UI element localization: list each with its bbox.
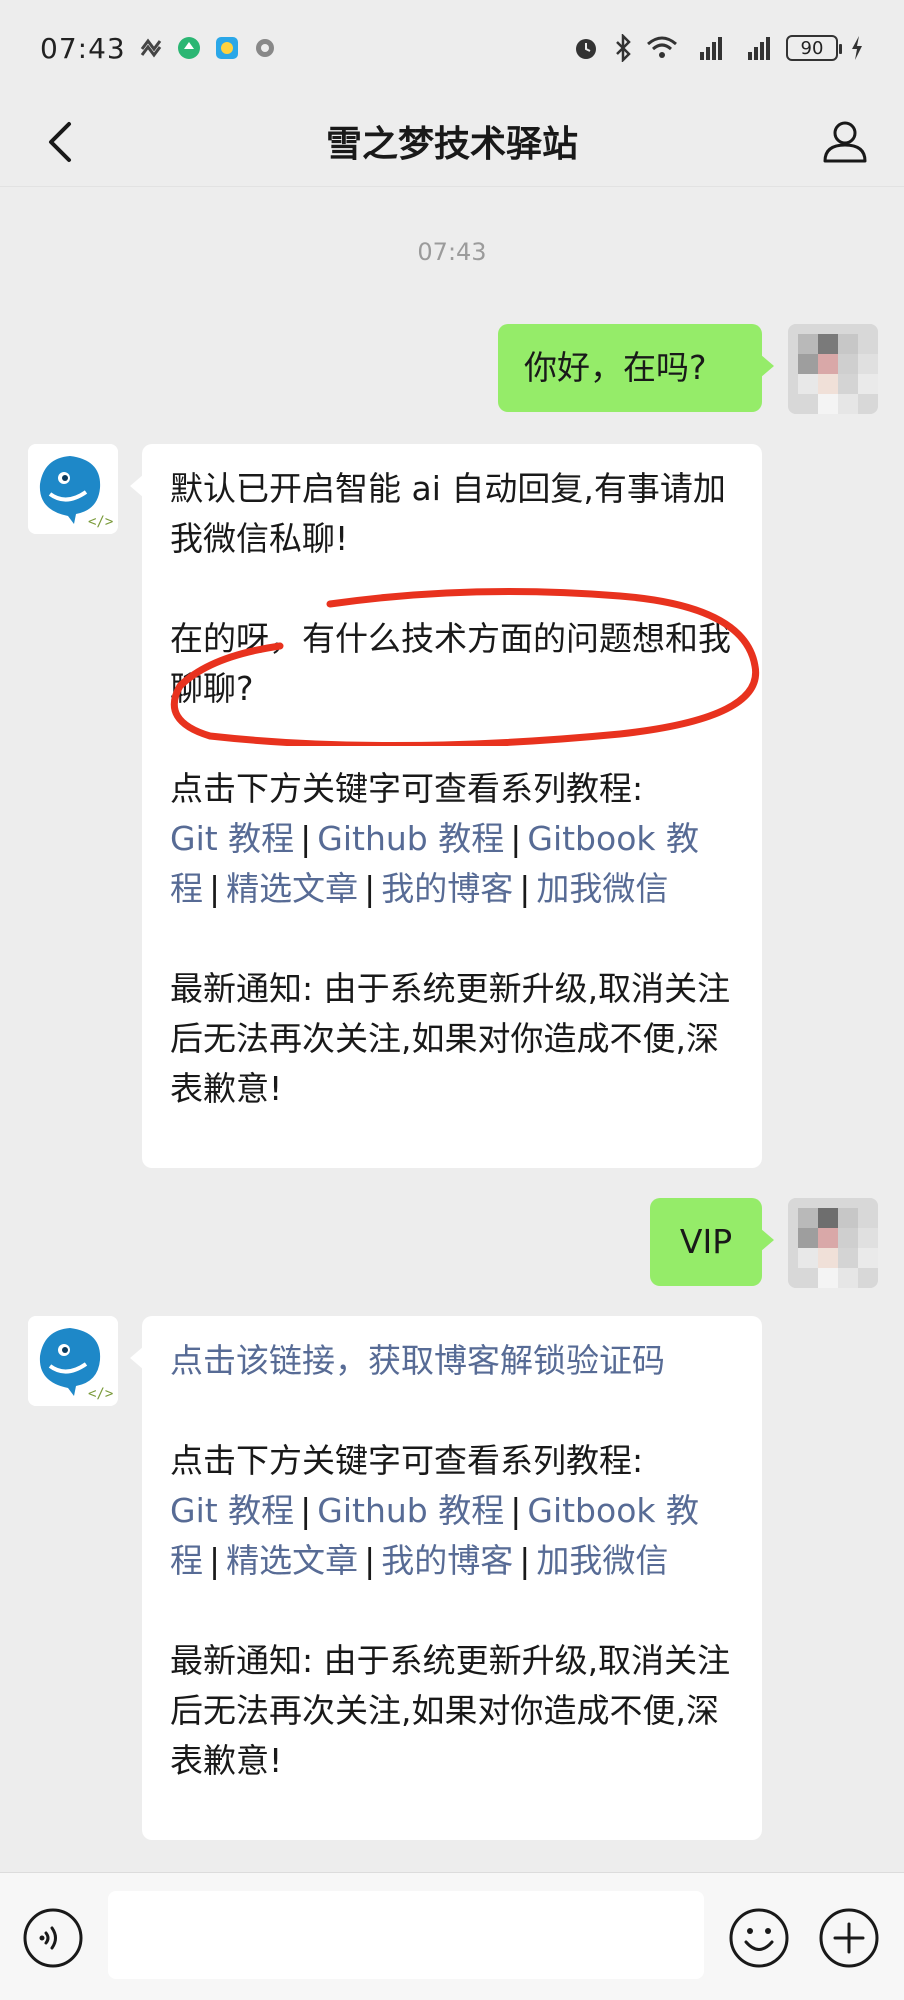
emoji-button[interactable] [728,1907,790,1969]
link-separator: | [300,1491,312,1530]
chat-title: 雪之梦技术驿站 [325,124,578,165]
greeting-reply: 在的呀，有什么技术方面的问题想和我聊聊? [170,619,731,708]
profile-button[interactable] [814,110,876,172]
outgoing-message-bubble[interactable]: 你好，在吗? [498,324,774,412]
link-my-blog[interactable]: 我的博客 [381,1541,513,1580]
link-featured-articles[interactable]: 精选文章 [226,869,358,908]
user-avatar[interactable] [788,324,878,414]
settings-gear-icon [252,35,278,61]
latest-notice: 最新通知: 由于系统更新升级,取消关注后无法再次关注,如果对你造成不便,深表歉意… [170,1641,731,1780]
link-git-tutorial[interactable]: Git 教程 [170,819,294,858]
unlock-link-paragraph: 点击该链接，获取博客解锁验证码 [170,1336,734,1386]
message-text: VIP [679,1222,733,1261]
incoming-message-bubble[interactable]: 默认已开启智能 ai 自动回复,有事请加我微信私聊! 在的呀，有什么技术方面的问… [130,444,762,1168]
signal-5g-icon [690,34,726,62]
message-timestamp: 07:43 [417,238,487,266]
person-icon [823,121,867,163]
bot-avatar[interactable]: </> [28,444,118,534]
message-text: 你好，在吗? [524,348,707,387]
link-git-tutorial[interactable]: Git 教程 [170,1491,294,1530]
bot-avatar[interactable]: </> [28,1316,118,1406]
tutorial-intro: 点击下方关键字可查看系列教程: [170,1441,644,1480]
chat-area[interactable]: 07:43 你好，在吗? </> 默认已开启智能 ai 自动回复,有事请加我微信… [0,186,904,1872]
link-separator: | [364,1541,376,1580]
tutorial-intro: 点击下方关键字可查看系列教程: [170,769,644,808]
title-bar: 雪之梦技术驿站 [0,96,904,187]
status-bar-right: 90 [572,34,864,62]
plus-icon [819,1908,879,1968]
notification-app-icon [138,35,164,61]
link-separator: | [209,869,221,908]
tutorial-section: 点击下方关键字可查看系列教程: Git 教程 | Github 教程 | Gitbook… [170,764,734,914]
back-icon [49,122,71,162]
user-avatar[interactable] [788,1198,878,1288]
link-separator: | [510,1491,522,1530]
link-my-blog[interactable]: 我的博客 [381,869,513,908]
alarm-icon [572,34,600,62]
svg-text:</>: </> [88,514,113,530]
message-input[interactable] [108,1891,704,1979]
link-github-tutorial[interactable]: Github 教程 [317,1491,504,1530]
status-bar-left: 07:43 [40,32,278,65]
recycle-app-icon [176,35,202,61]
input-bar [0,1872,904,2000]
svg-text:</>: </> [88,1386,113,1402]
link-add-wechat[interactable]: 加我微信 [536,1541,668,1580]
app-notification-icon [214,35,240,61]
link-separator: | [510,819,522,858]
link-add-wechat[interactable]: 加我微信 [536,869,668,908]
incoming-message-bubble[interactable]: 点击该链接，获取博客解锁验证码 点击下方关键字可查看系列教程: Git 教程 | G… [130,1316,762,1840]
outgoing-message-bubble[interactable]: VIP [650,1198,774,1286]
back-button[interactable] [30,112,90,172]
link-separator: | [364,869,376,908]
voice-button[interactable] [22,1907,84,1969]
charging-icon [850,35,864,61]
link-blog-unlock-code[interactable]: 点击该链接，获取博客解锁验证码 [170,1341,665,1380]
status-bar: 07:43 90 [0,0,904,96]
signal-4g-icon [738,34,774,62]
link-separator: | [519,1541,531,1580]
bluetooth-icon [612,34,634,62]
status-time: 07:43 [40,31,126,65]
emoji-icon [729,1908,789,1968]
voice-icon [23,1908,83,1968]
link-github-tutorial[interactable]: Github 教程 [317,819,504,858]
link-separator: | [209,1541,221,1580]
battery-indicator: 90 [786,35,842,61]
auto-reply-notice: 默认已开启智能 ai 自动回复,有事请加我微信私聊! [170,469,726,558]
latest-notice: 最新通知: 由于系统更新升级,取消关注后无法再次关注,如果对你造成不便,深表歉意… [170,969,731,1108]
link-featured-articles[interactable]: 精选文章 [226,1541,358,1580]
tutorial-section: 点击下方关键字可查看系列教程: Git 教程 | Github 教程 | Gitbook… [170,1436,734,1586]
wifi-icon [646,35,678,61]
link-separator: | [300,819,312,858]
more-button[interactable] [818,1907,880,1969]
link-separator: | [519,869,531,908]
